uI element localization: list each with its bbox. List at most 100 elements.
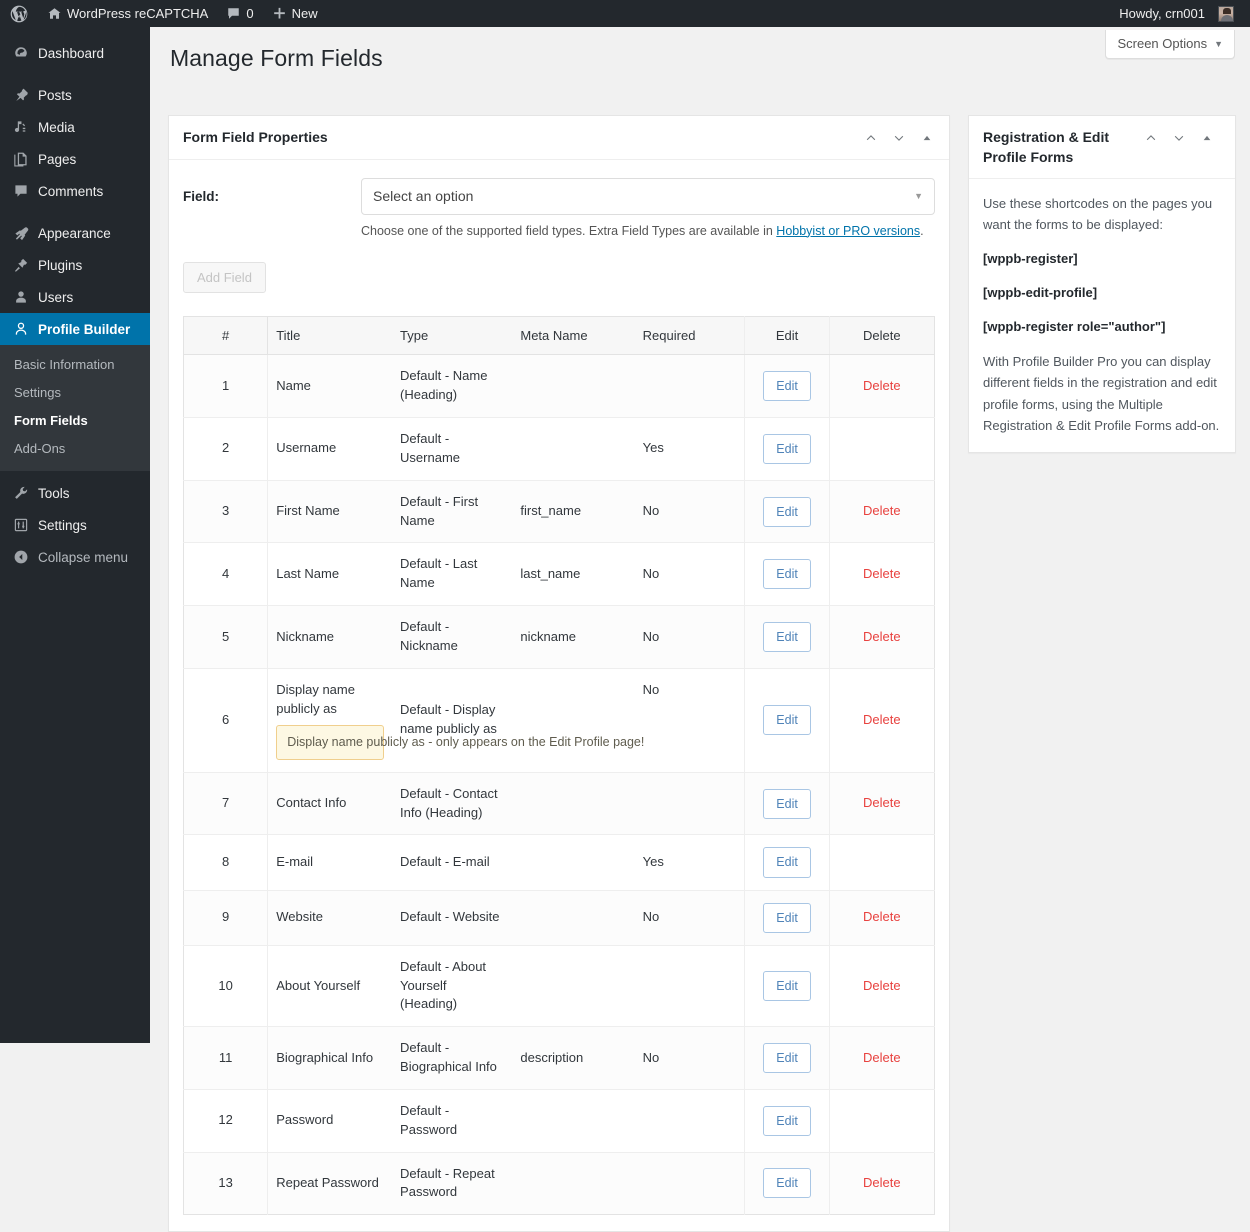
column-header-meta-name: Meta Name xyxy=(512,316,635,356)
cell-type: Default - About Yourself (Heading) xyxy=(392,944,513,1027)
column-header-title: Title xyxy=(267,316,393,356)
edit-button[interactable]: Edit xyxy=(763,496,811,527)
registration-forms-panel: Registration & Edit Profile Forms Use th… xyxy=(968,115,1236,453)
sidebar-item-settings[interactable]: Settings xyxy=(0,509,150,541)
cell-title: Username xyxy=(267,417,393,481)
add-field-button[interactable]: Add Field xyxy=(183,262,266,294)
sidebar-item-profile-builder[interactable]: Profile Builder xyxy=(0,313,158,345)
edit-button[interactable]: Edit xyxy=(763,433,811,464)
cell-meta-name: description xyxy=(512,1026,635,1090)
delete-link[interactable]: Delete xyxy=(863,378,901,393)
edit-button[interactable]: Edit xyxy=(763,559,811,590)
delete-link[interactable]: Delete xyxy=(863,629,901,644)
collapse-icon xyxy=(12,549,29,565)
sidebar-item-appearance[interactable]: Appearance xyxy=(0,217,150,249)
delete-link[interactable]: Delete xyxy=(863,795,901,810)
cell-required xyxy=(634,354,745,418)
comment-icon xyxy=(12,183,29,199)
screen-options-toggle[interactable]: Screen Options ▼ xyxy=(1105,30,1235,59)
cell-edit: Edit xyxy=(744,417,830,481)
cell-required: Yes xyxy=(634,834,745,891)
cell-delete: Delete xyxy=(828,667,935,773)
edit-button[interactable]: Edit xyxy=(763,902,811,933)
cell-meta-name xyxy=(512,834,635,891)
cell-edit: Edit xyxy=(744,1151,830,1215)
shortcodes-intro: Use these shortcodes on the pages you wa… xyxy=(983,196,1213,233)
cell-title: E-mail xyxy=(267,834,393,891)
edit-button[interactable]: Edit xyxy=(763,1105,811,1136)
media-icon xyxy=(12,119,29,135)
edit-button[interactable]: Edit xyxy=(763,970,811,1001)
sidebar-item-users[interactable]: Users xyxy=(0,281,150,313)
cell-number: 5 xyxy=(183,605,269,669)
delete-link[interactable]: Delete xyxy=(863,978,901,993)
comments-menu[interactable]: 0 xyxy=(217,0,262,27)
cell-meta-name xyxy=(512,889,635,946)
sidebar-item-pages[interactable]: Pages xyxy=(0,143,150,175)
submenu-item-form-fields[interactable]: Form Fields xyxy=(0,407,150,435)
toggle-panel-icon[interactable] xyxy=(1199,130,1215,146)
delete-link[interactable]: Delete xyxy=(863,909,901,924)
sidebar-item-comments[interactable]: Comments xyxy=(0,175,150,207)
sidebar-item-posts[interactable]: Posts xyxy=(0,79,150,111)
cell-meta-name: last_name xyxy=(512,542,635,606)
edit-button[interactable]: Edit xyxy=(763,621,811,652)
panel-body: Field: Select an option ▼ Choose one of … xyxy=(169,160,949,1232)
delete-link[interactable]: Delete xyxy=(863,1050,901,1065)
move-up-icon[interactable] xyxy=(863,130,879,146)
new-content-menu[interactable]: New xyxy=(263,0,327,27)
sidebar-item-tools[interactable]: Tools xyxy=(0,477,150,509)
cell-number: 6 xyxy=(183,667,269,773)
edit-button[interactable]: Edit xyxy=(763,705,811,736)
cell-title: Repeat Password xyxy=(267,1151,393,1215)
sidebar-item-dashboard[interactable]: Dashboard xyxy=(0,37,150,69)
delete-link[interactable]: Delete xyxy=(863,503,901,518)
move-down-icon[interactable] xyxy=(891,130,907,146)
sidebar-item-label: Collapse menu xyxy=(38,549,129,565)
delete-link[interactable]: Delete xyxy=(863,566,901,581)
cell-number: 13 xyxy=(183,1151,269,1215)
edit-button[interactable]: Edit xyxy=(763,788,811,819)
delete-link[interactable]: Delete xyxy=(863,1175,901,1190)
field-control: Select an option ▼ Choose one of the sup… xyxy=(361,177,935,241)
my-account-menu[interactable]: Howdy, crn001 xyxy=(1110,0,1243,27)
cell-delete: Delete xyxy=(828,479,935,543)
submenu-item-basic-information[interactable]: Basic Information xyxy=(0,351,150,379)
table-row: 1 Name Default - Name (Heading) Edit Delete xyxy=(183,354,935,418)
table-row: 4 Last Name Default - Last Name last_name No… xyxy=(183,542,935,606)
sidebar-item-media[interactable]: Media xyxy=(0,111,150,143)
sidebar-item-plugins[interactable]: Plugins xyxy=(0,249,150,281)
wrench-icon xyxy=(12,485,29,501)
edit-button[interactable]: Edit xyxy=(763,847,811,878)
cell-required: No xyxy=(634,889,745,946)
cell-meta-name xyxy=(512,1151,635,1215)
cell-delete: Delete xyxy=(828,1026,935,1090)
edit-button[interactable]: Edit xyxy=(763,1042,811,1074)
submenu-item-settings[interactable]: Settings xyxy=(0,379,150,407)
sidebar-item-label: Appearance xyxy=(38,225,111,241)
column-header-delete: Delete xyxy=(828,316,935,356)
move-up-icon[interactable] xyxy=(1143,130,1159,146)
site-name-label: WordPress reCAPTCHA xyxy=(67,6,209,21)
site-name-menu[interactable]: WordPress reCAPTCHA xyxy=(38,0,217,27)
edit-button[interactable]: Edit xyxy=(763,371,811,402)
sidebar-item-collapse-menu[interactable]: Collapse menu xyxy=(0,541,150,573)
cell-edit: Edit xyxy=(744,354,830,418)
panel-title: Form Field Properties xyxy=(183,129,328,145)
cell-meta-name xyxy=(512,944,635,1027)
delete-link[interactable]: Delete xyxy=(863,712,901,727)
field-type-select[interactable]: Select an option ▼ xyxy=(361,177,935,215)
upgrade-link[interactable]: Hobbyist or PRO versions xyxy=(776,224,920,238)
cell-required: No xyxy=(634,605,745,669)
shortcode-register-role: [wppb-register role="author"] xyxy=(983,319,1166,335)
toggle-panel-icon[interactable] xyxy=(919,130,935,146)
submenu-item-add-ons[interactable]: Add-Ons xyxy=(0,435,150,463)
cell-type: Default - Nickname xyxy=(392,605,513,669)
column-header-required: Required xyxy=(634,316,745,356)
cell-number: 1 xyxy=(183,354,269,418)
cell-meta-name: nickname xyxy=(512,605,635,669)
edit-button[interactable]: Edit xyxy=(763,1168,811,1199)
move-down-icon[interactable] xyxy=(1171,130,1187,146)
wordpress-logo-menu[interactable] xyxy=(0,0,38,27)
cell-type: Default - Name (Heading) xyxy=(392,354,513,418)
